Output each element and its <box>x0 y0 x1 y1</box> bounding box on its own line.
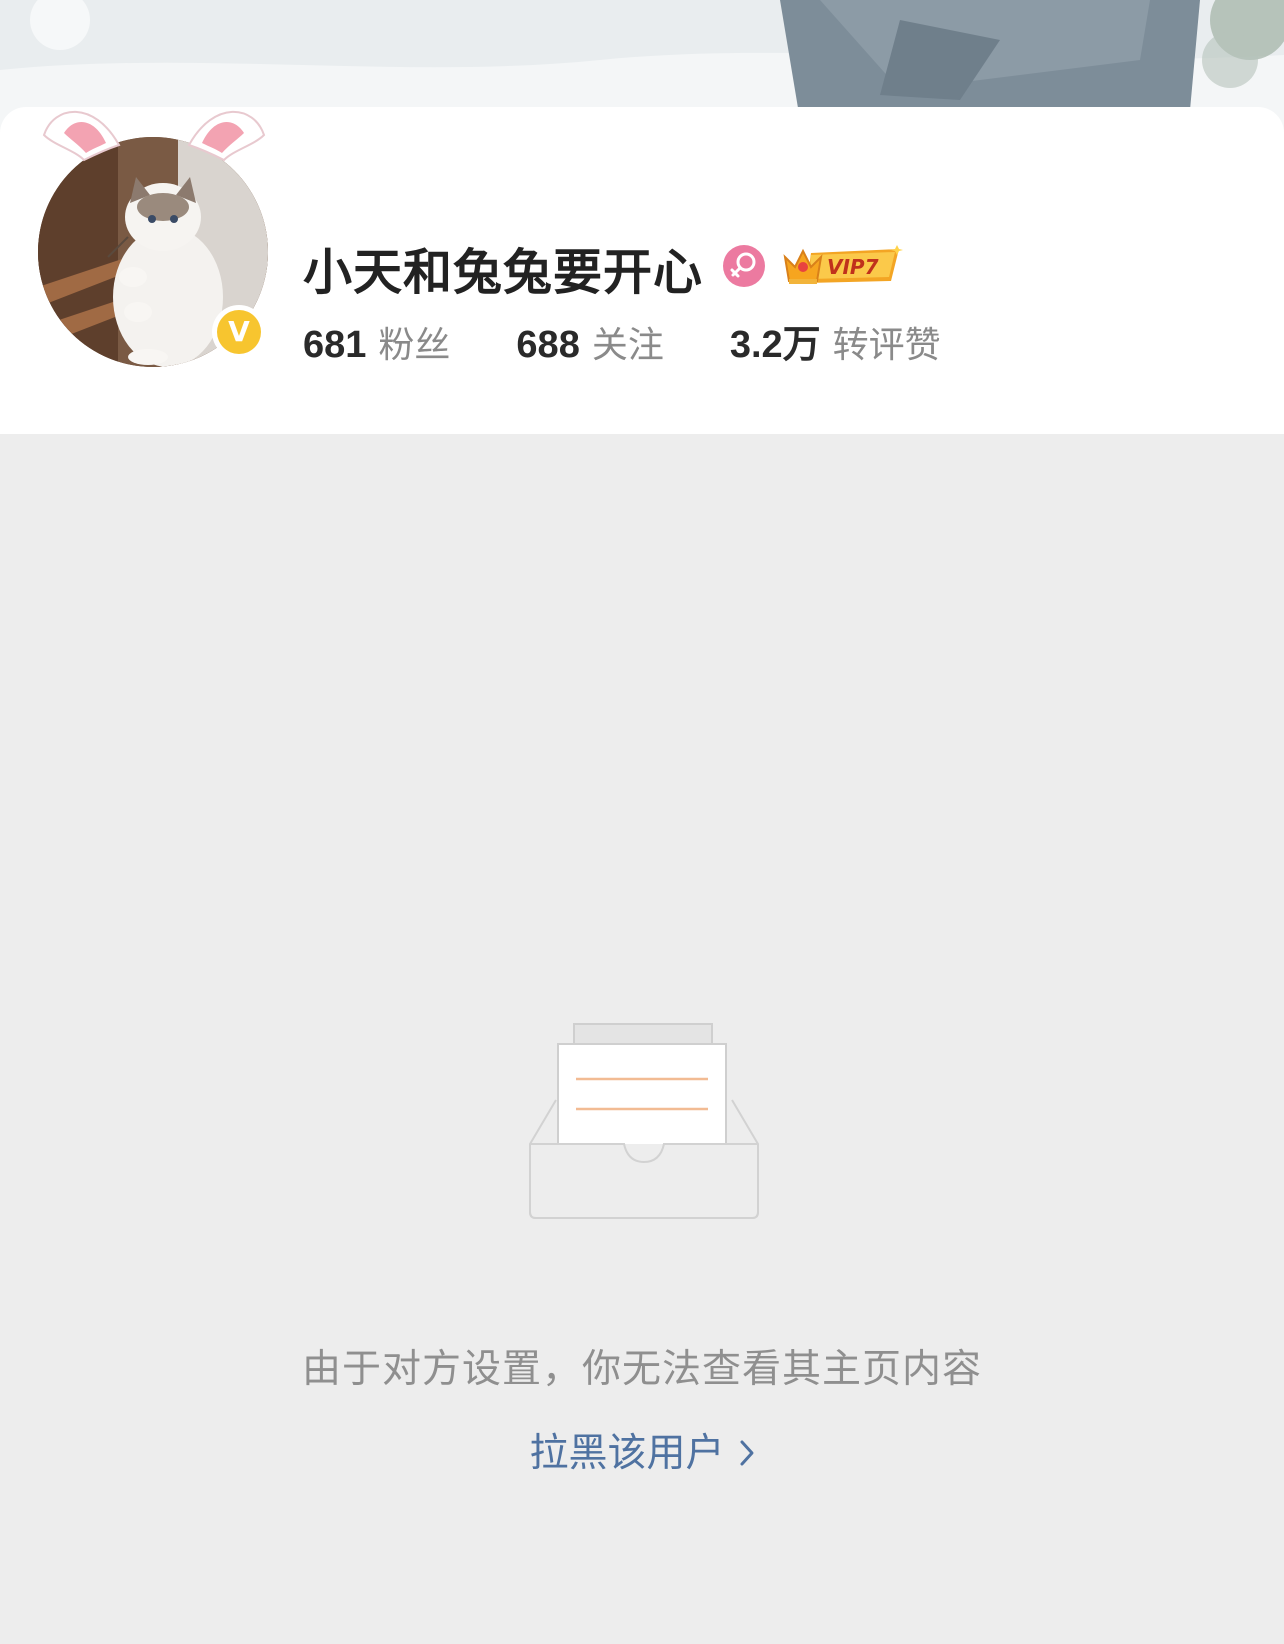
profile-card: V 小天和兔兔要开心 VIP7 681 粉丝 688 关注 3.2万 转评赞 <box>0 107 1284 434</box>
following-label: 关注 <box>591 325 664 366</box>
verified-badge: V <box>212 305 266 359</box>
chevron-right-icon <box>739 1433 755 1478</box>
interactions-count: 3.2万 <box>729 324 821 366</box>
block-user-button[interactable]: 拉黑该用户 <box>0 1422 1284 1478</box>
followers-count: 681 <box>303 324 367 366</box>
vip-label: VIP7 <box>827 255 879 279</box>
interactions-label: 转评赞 <box>832 325 941 366</box>
female-icon <box>723 245 766 291</box>
empty-inbox-icon <box>529 1023 759 1219</box>
bunny-ears-frame-icon <box>42 110 266 162</box>
stats-row: 681 粉丝 688 关注 3.2万 转评赞 <box>303 313 1007 366</box>
stat-interactions[interactable]: 3.2万 转评赞 <box>730 313 941 368</box>
followers-label: 粉丝 <box>378 325 451 366</box>
vip-badge[interactable]: VIP7 <box>781 243 905 293</box>
empty-state-message: 由于对方设置，你无法查看其主页内容 <box>301 1347 982 1392</box>
verified-v-icon: V <box>217 310 261 354</box>
username-row: 小天和兔兔要开心 VIP7 <box>303 238 905 301</box>
avatar-container[interactable]: V <box>38 110 268 367</box>
following-count: 688 <box>516 324 580 366</box>
block-user-label: 拉黑该用户 <box>529 1431 725 1476</box>
username: 小天和兔兔要开心 <box>303 243 704 301</box>
stat-following[interactable]: 688 关注 <box>516 316 663 368</box>
stat-followers[interactable]: 681 粉丝 <box>303 316 450 368</box>
